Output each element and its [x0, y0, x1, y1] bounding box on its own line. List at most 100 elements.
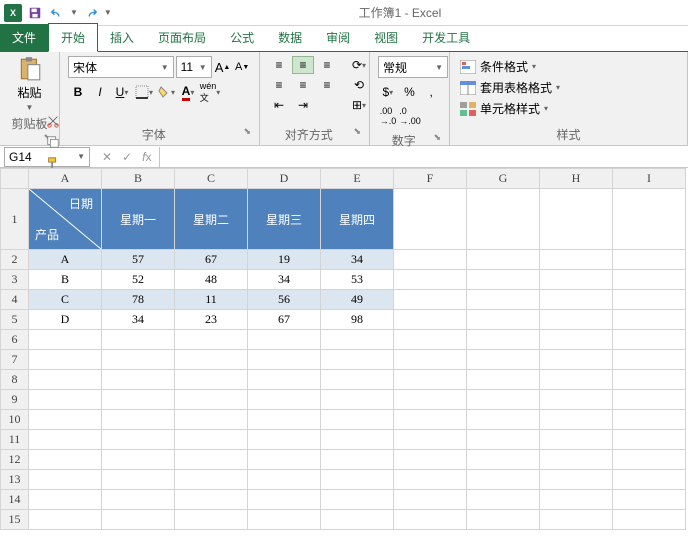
- align-bottom-button[interactable]: ≡: [316, 56, 338, 74]
- cell-E7[interactable]: [321, 350, 394, 370]
- cell-H12[interactable]: [540, 450, 613, 470]
- cell-F7[interactable]: [394, 350, 467, 370]
- italic-button[interactable]: I: [90, 82, 110, 102]
- cell-A6[interactable]: [29, 330, 102, 350]
- cell-G14[interactable]: [467, 490, 540, 510]
- cell-D14[interactable]: [248, 490, 321, 510]
- cell-B1[interactable]: 星期一: [102, 189, 175, 250]
- cell-G13[interactable]: [467, 470, 540, 490]
- row-header-11[interactable]: 11: [1, 430, 29, 450]
- cell-A10[interactable]: [29, 410, 102, 430]
- cell-I2[interactable]: [613, 250, 686, 270]
- cell-D11[interactable]: [248, 430, 321, 450]
- row-header-3[interactable]: 3: [1, 270, 29, 290]
- copy-button[interactable]: [46, 135, 60, 152]
- cell-B4[interactable]: 78: [102, 290, 175, 310]
- cell-I9[interactable]: [613, 390, 686, 410]
- tab-review[interactable]: 审阅: [314, 24, 362, 51]
- cell-H5[interactable]: [540, 310, 613, 330]
- cell-H10[interactable]: [540, 410, 613, 430]
- cell-A1[interactable]: 日期产品: [29, 189, 102, 250]
- col-header-H[interactable]: H: [540, 169, 613, 189]
- col-header-C[interactable]: C: [175, 169, 248, 189]
- cell-G10[interactable]: [467, 410, 540, 430]
- cell-G1[interactable]: [467, 189, 540, 250]
- cell-F5[interactable]: [394, 310, 467, 330]
- phonetic-button[interactable]: wén文▾: [200, 82, 220, 102]
- cell-C10[interactable]: [175, 410, 248, 430]
- cell-E9[interactable]: [321, 390, 394, 410]
- cell-I5[interactable]: [613, 310, 686, 330]
- font-color-button[interactable]: A▾: [178, 82, 198, 102]
- cell-D15[interactable]: [248, 510, 321, 530]
- cell-D4[interactable]: 56: [248, 290, 321, 310]
- cell-H6[interactable]: [540, 330, 613, 350]
- cell-I8[interactable]: [613, 370, 686, 390]
- col-header-F[interactable]: F: [394, 169, 467, 189]
- format-table-button[interactable]: 套用表格格式▾: [458, 77, 679, 98]
- cell-A14[interactable]: [29, 490, 102, 510]
- cell-I12[interactable]: [613, 450, 686, 470]
- merge-button[interactable]: ⊞▾: [348, 96, 370, 114]
- increase-decimal-button[interactable]: .00→.0: [378, 106, 398, 126]
- align-top-button[interactable]: ≡: [268, 56, 290, 74]
- cell-F11[interactable]: [394, 430, 467, 450]
- cell-G8[interactable]: [467, 370, 540, 390]
- cell-I11[interactable]: [613, 430, 686, 450]
- currency-button[interactable]: $▾: [378, 82, 398, 102]
- cell-D13[interactable]: [248, 470, 321, 490]
- row-header-4[interactable]: 4: [1, 290, 29, 310]
- cell-C12[interactable]: [175, 450, 248, 470]
- font-size-select[interactable]: 11▼: [176, 56, 212, 78]
- cell-C6[interactable]: [175, 330, 248, 350]
- row-header-2[interactable]: 2: [1, 250, 29, 270]
- cell-A11[interactable]: [29, 430, 102, 450]
- redo-dropdown[interactable]: ▼: [104, 8, 112, 17]
- cell-B8[interactable]: [102, 370, 175, 390]
- diagonal-header-cell[interactable]: 日期产品: [29, 189, 101, 249]
- orientation-button[interactable]: ⟳▾: [348, 56, 370, 74]
- cell-C2[interactable]: 67: [175, 250, 248, 270]
- undo-button[interactable]: [48, 4, 66, 22]
- cell-D2[interactable]: 19: [248, 250, 321, 270]
- save-button[interactable]: [26, 4, 44, 22]
- cell-E2[interactable]: 34: [321, 250, 394, 270]
- cell-F6[interactable]: [394, 330, 467, 350]
- cell-H8[interactable]: [540, 370, 613, 390]
- cell-D12[interactable]: [248, 450, 321, 470]
- cell-E11[interactable]: [321, 430, 394, 450]
- paste-button[interactable]: 粘贴 ▼: [8, 56, 51, 112]
- underline-button[interactable]: U▾: [112, 82, 132, 102]
- col-header-D[interactable]: D: [248, 169, 321, 189]
- cell-D8[interactable]: [248, 370, 321, 390]
- cell-C13[interactable]: [175, 470, 248, 490]
- cell-G5[interactable]: [467, 310, 540, 330]
- cell-B5[interactable]: 34: [102, 310, 175, 330]
- fill-color-button[interactable]: ▾: [156, 82, 176, 102]
- cell-H11[interactable]: [540, 430, 613, 450]
- cell-H14[interactable]: [540, 490, 613, 510]
- row-header-13[interactable]: 13: [1, 470, 29, 490]
- cell-F9[interactable]: [394, 390, 467, 410]
- number-format-select[interactable]: 常规▼: [378, 56, 448, 78]
- border-button[interactable]: ▾: [134, 82, 154, 102]
- cell-B7[interactable]: [102, 350, 175, 370]
- undo-dropdown[interactable]: ▼: [70, 8, 78, 17]
- tab-formula[interactable]: 公式: [218, 24, 266, 51]
- tab-layout[interactable]: 页面布局: [146, 24, 218, 51]
- cell-A13[interactable]: [29, 470, 102, 490]
- number-launcher[interactable]: ⬊: [433, 132, 441, 143]
- cell-A4[interactable]: C: [29, 290, 102, 310]
- bold-button[interactable]: B: [68, 82, 88, 102]
- cell-C9[interactable]: [175, 390, 248, 410]
- cell-I7[interactable]: [613, 350, 686, 370]
- tab-home[interactable]: 开始: [48, 23, 98, 52]
- row-header-9[interactable]: 9: [1, 390, 29, 410]
- cell-D7[interactable]: [248, 350, 321, 370]
- col-header-I[interactable]: I: [613, 169, 686, 189]
- cell-E15[interactable]: [321, 510, 394, 530]
- cell-F8[interactable]: [394, 370, 467, 390]
- confirm-formula-icon[interactable]: ✓: [122, 150, 132, 164]
- cell-H15[interactable]: [540, 510, 613, 530]
- cell-E14[interactable]: [321, 490, 394, 510]
